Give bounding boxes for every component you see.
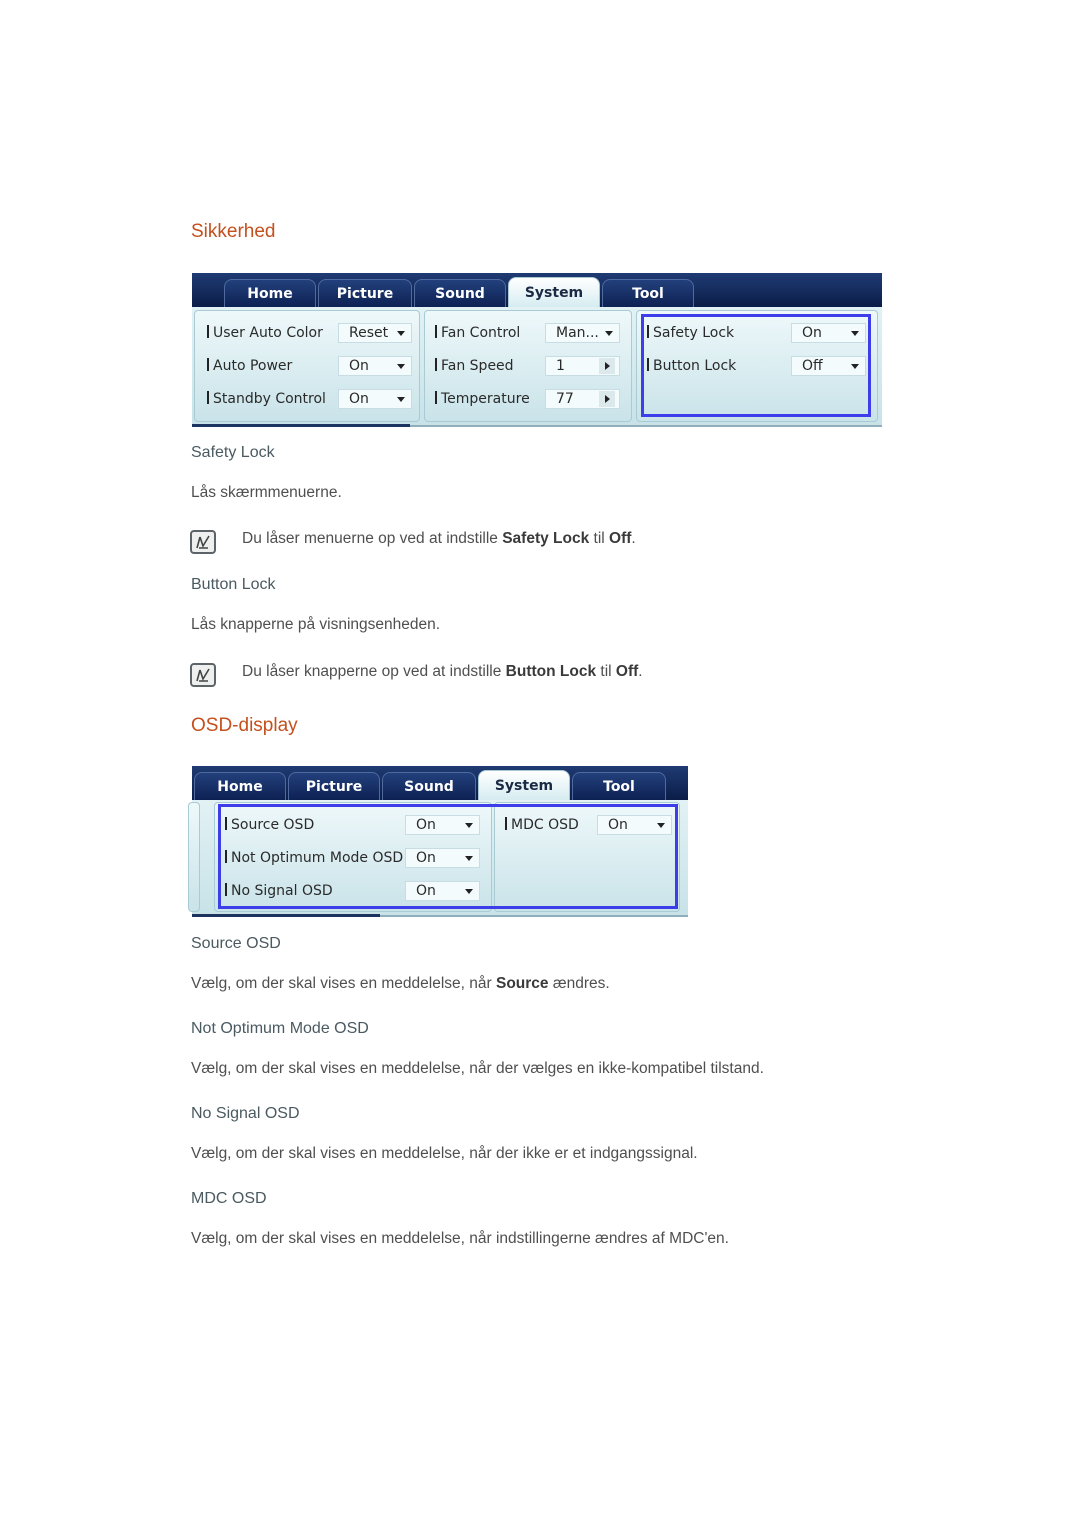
no-signal-osd-heading: No Signal OSD bbox=[191, 1105, 300, 1122]
button-lock-heading: Button Lock bbox=[191, 576, 276, 593]
desc-text: ændres. bbox=[548, 975, 610, 992]
auto-power-dropdown[interactable]: On bbox=[338, 356, 412, 376]
section-title-security: Sikkerhed bbox=[191, 221, 276, 242]
mdc-osd-heading: MDC OSD bbox=[191, 1190, 267, 1207]
tab-system[interactable]: System bbox=[478, 770, 570, 800]
settings-group-fan: Fan Control Man... Fan Speed 1 Temperatu… bbox=[424, 310, 632, 422]
fan-control-dropdown[interactable]: Man... bbox=[545, 323, 620, 343]
chevron-right-icon[interactable] bbox=[599, 358, 615, 374]
divider bbox=[380, 915, 688, 917]
mdc-system-panel-osd: Home Picture Sound System Tool Source OS… bbox=[188, 766, 688, 917]
divider bbox=[192, 424, 410, 427]
tab-sound[interactable]: Sound bbox=[382, 772, 476, 800]
chevron-right-icon[interactable] bbox=[599, 391, 615, 407]
standby-control-dropdown[interactable]: On bbox=[338, 389, 412, 409]
no-signal-osd-description: Vælg, om der skal vises en meddelelse, n… bbox=[191, 1145, 698, 1162]
safety-lock-note: Du låser menuerne op ved at indstille Sa… bbox=[242, 530, 636, 548]
not-optimum-mode-osd-description: Vælg, om der skal vises en meddelelse, n… bbox=[191, 1060, 764, 1077]
tab-picture[interactable]: Picture bbox=[318, 279, 412, 307]
temperature-stepper[interactable]: 77 bbox=[545, 389, 620, 409]
tab-tool[interactable]: Tool bbox=[572, 772, 666, 800]
note-text: til bbox=[589, 530, 610, 547]
chevron-down-icon bbox=[397, 331, 405, 336]
button-lock-note: Du låser knapperne op ved at indstille B… bbox=[242, 663, 643, 681]
dropdown-value: Man... bbox=[556, 325, 599, 341]
chevron-down-icon bbox=[605, 331, 613, 336]
stepper-value: 1 bbox=[556, 358, 565, 374]
note-bold: Off bbox=[615, 663, 639, 680]
source-osd-heading: Source OSD bbox=[191, 935, 281, 952]
desc-bold: Source bbox=[495, 975, 549, 992]
mdc-system-panel-security: Home Picture Sound System Tool User Auto… bbox=[192, 273, 882, 427]
label-standby-control: Standby Control bbox=[207, 391, 326, 407]
highlight-box bbox=[218, 804, 678, 909]
label-user-auto-color: User Auto Color bbox=[207, 325, 323, 341]
divider bbox=[192, 914, 380, 917]
settings-group-partial bbox=[188, 802, 200, 912]
section-title-osd: OSD-display bbox=[191, 715, 298, 736]
note-text: . bbox=[638, 663, 643, 680]
label-temperature: Temperature bbox=[435, 391, 530, 407]
safety-lock-heading: Safety Lock bbox=[191, 444, 275, 461]
tab-home[interactable]: Home bbox=[224, 279, 316, 307]
note-text: Du låser menuerne op ved at indstille bbox=[242, 530, 503, 547]
note-icon bbox=[190, 530, 216, 554]
label-fan-speed: Fan Speed bbox=[435, 358, 514, 374]
dropdown-value: On bbox=[349, 391, 369, 407]
divider bbox=[410, 425, 882, 427]
desc-text: Vælg, om der skal vises en meddelelse, n… bbox=[191, 975, 496, 992]
chevron-down-icon bbox=[397, 364, 405, 369]
tab-picture[interactable]: Picture bbox=[288, 772, 380, 800]
source-osd-description: Vælg, om der skal vises en meddelelse, n… bbox=[191, 975, 610, 993]
tab-bar: Home Picture Sound System Tool bbox=[192, 273, 882, 307]
tab-system[interactable]: System bbox=[508, 277, 600, 307]
note-text: Du låser knapperne op ved at indstille bbox=[242, 663, 506, 680]
button-lock-description: Lås knapperne på visningsenheden. bbox=[191, 616, 441, 633]
stepper-value: 77 bbox=[556, 391, 574, 407]
dropdown-value: Reset bbox=[349, 325, 389, 341]
dropdown-value: On bbox=[349, 358, 369, 374]
note-bold: Button Lock bbox=[505, 663, 597, 680]
settings-group-display: User Auto Color Reset Auto Power On Stan… bbox=[194, 310, 420, 422]
tab-bar: Home Picture Sound System Tool bbox=[192, 766, 688, 800]
fan-speed-stepper[interactable]: 1 bbox=[545, 356, 620, 376]
user-auto-color-dropdown[interactable]: Reset bbox=[338, 323, 412, 343]
note-bold: Safety Lock bbox=[502, 530, 590, 547]
not-optimum-mode-osd-heading: Not Optimum Mode OSD bbox=[191, 1020, 369, 1037]
tab-tool[interactable]: Tool bbox=[602, 279, 694, 307]
note-text: til bbox=[596, 663, 616, 680]
note-bold: Off bbox=[609, 530, 632, 547]
note-icon bbox=[190, 663, 216, 687]
safety-lock-description: Lås skærmmenuerne. bbox=[191, 484, 342, 501]
chevron-down-icon bbox=[397, 397, 405, 402]
label-fan-control: Fan Control bbox=[435, 325, 520, 341]
tab-sound[interactable]: Sound bbox=[414, 279, 506, 307]
label-auto-power: Auto Power bbox=[207, 358, 292, 374]
highlight-box bbox=[641, 314, 871, 417]
note-text: . bbox=[631, 530, 636, 547]
tab-home[interactable]: Home bbox=[194, 772, 286, 800]
mdc-osd-description: Vælg, om der skal vises en meddelelse, n… bbox=[191, 1230, 729, 1247]
